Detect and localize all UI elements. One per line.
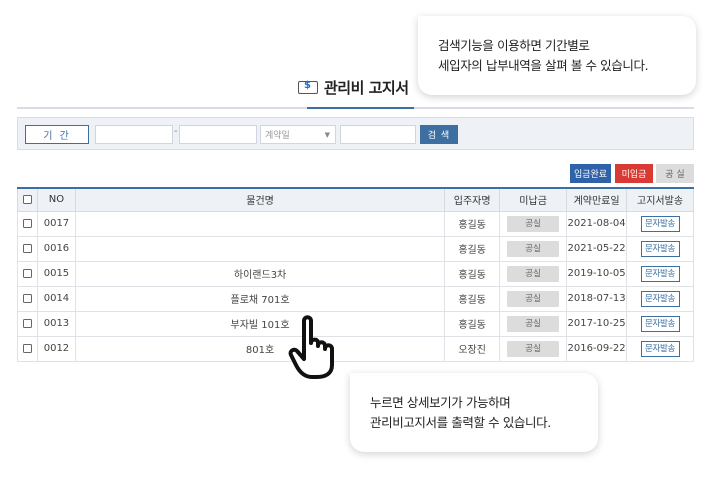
row-checkbox[interactable] [22,243,32,253]
table-row[interactable]: 0014 플로채 701호 홍길동 공실 2018-07-13 문자발송 [17,285,694,312]
send-sms-button[interactable]: 문자발송 [640,315,680,332]
row-checkbox[interactable] [22,343,32,353]
send-sms-button[interactable]: 문자발송 [640,265,680,282]
row-status-cell: 공실 [499,235,568,262]
row-action-cell: 문자발송 [626,285,694,312]
row-status-cell: 공실 [499,285,568,312]
row-checkbox[interactable] [22,218,32,228]
table-row[interactable]: 0016 홍길동 공실 2021-05-22 문자발송 [17,235,694,262]
header-select-all [17,187,38,212]
row-select-cell [17,260,38,287]
row-tenant: 홍길동 [444,310,501,337]
chevron-down-icon: ▼ [324,131,330,139]
contract-date-placeholder: 계약일 [265,131,290,141]
send-sms-button[interactable]: 문자발송 [640,215,680,232]
header-expiry: 계약만료일 [566,187,628,212]
row-status-cell: 공실 [499,210,568,237]
legend-unpaid: 미입금 [615,164,653,183]
title-divider [17,107,694,109]
search-button[interactable]: 검 색 [420,125,458,144]
row-no: 0017 [36,210,76,237]
bill-icon [298,80,318,94]
row-select-cell [17,210,38,237]
table-row[interactable]: 0015 하이랜드3차 홍길동 공실 2019-10-05 문자발송 [17,260,694,287]
hand-pointer-icon [288,315,334,379]
table-row[interactable]: 0017 홍길동 공실 2021-08-04 문자발송 [17,210,694,237]
row-expiry: 2021-08-04 [566,210,628,237]
table-row[interactable]: 0012 801호 오장진 공실 2016-09-22 문자발송 [17,335,694,362]
row-tenant: 홍길동 [444,260,501,287]
header-property: 물건명 [74,187,446,212]
row-expiry: 2018-07-13 [566,285,628,312]
tooltip-search-line2: 세입자의 납부내역을 살펴 볼 수 있습니다. [438,58,649,73]
status-badge: 공실 [507,290,560,307]
keyword-input[interactable] [340,125,416,144]
row-property[interactable] [74,210,446,237]
table-header-row: NO 물건명 입주자명 미납금 계약만료일 고지서발송 [17,187,694,212]
tooltip-detail: 누르면 상세보기가 가능하며 관리비고지서를 출력할 수 있습니다. [350,373,598,452]
row-expiry: 2019-10-05 [566,260,628,287]
row-tenant: 홍길동 [444,235,501,262]
send-sms-button[interactable]: 문자발송 [640,240,680,257]
legend-paid: 입금완료 [570,164,611,183]
row-action-cell: 문자발송 [626,235,694,262]
row-tenant: 홍길동 [444,285,501,312]
row-property[interactable] [74,235,446,262]
row-select-cell [17,285,38,312]
tooltip-detail-line1: 누르면 상세보기가 가능하며 [370,395,511,410]
row-checkbox[interactable] [22,268,32,278]
contract-date-select[interactable]: 계약일 ▼ [260,125,336,144]
row-expiry: 2016-09-22 [566,335,628,362]
row-expiry: 2017-10-25 [566,310,628,337]
header-notice: 고지서발송 [626,187,694,212]
period-button[interactable]: 기 간 [25,125,89,144]
end-date-input[interactable] [179,125,257,144]
start-date-input[interactable] [95,125,173,144]
row-no: 0016 [36,235,76,262]
header-tenant: 입주자명 [444,187,501,212]
row-action-cell: 문자발송 [626,310,694,337]
row-property[interactable]: 플로채 701호 [74,285,446,312]
send-sms-button[interactable]: 문자발송 [640,340,680,357]
search-filter-bar: 기 간 - 계약일 ▼ 검 색 [17,117,694,150]
row-tenant: 오장진 [444,335,501,362]
page-title-text: 관리비 고지서 [324,78,409,97]
select-all-checkbox[interactable] [22,194,32,204]
send-sms-button[interactable]: 문자발송 [640,290,680,307]
row-action-cell: 문자발송 [626,210,694,237]
status-badge: 공실 [507,340,560,357]
row-status-cell: 공실 [499,260,568,287]
legend-vacant: 공 실 [656,164,694,183]
status-badge: 공실 [507,315,560,332]
row-select-cell [17,310,38,337]
row-checkbox[interactable] [22,318,32,328]
row-no: 0013 [36,310,76,337]
header-no: NO [36,187,76,212]
row-property[interactable]: 부자빌 101호 [74,310,446,337]
row-tenant: 홍길동 [444,210,501,237]
row-no: 0014 [36,285,76,312]
status-badge: 공실 [507,215,560,232]
status-badge: 공실 [507,265,560,282]
row-select-cell [17,235,38,262]
notice-table: NO 물건명 입주자명 미납금 계약만료일 고지서발송 0017 홍길동 공실 … [17,187,694,362]
row-expiry: 2021-05-22 [566,235,628,262]
row-select-cell [17,335,38,362]
row-no: 0015 [36,260,76,287]
tooltip-search-line1: 검색기능을 이용하면 기간별로 [438,38,590,53]
row-property[interactable]: 하이랜드3차 [74,260,446,287]
row-action-cell: 문자발송 [626,260,694,287]
page-title: 관리비 고지서 [298,75,409,99]
row-status-cell: 공실 [499,310,568,337]
tooltip-detail-line2: 관리비고지서를 출력할 수 있습니다. [370,415,551,430]
header-unpaid: 미납금 [499,187,568,212]
row-checkbox[interactable] [22,293,32,303]
status-badge: 공실 [507,240,560,257]
tooltip-search: 검색기능을 이용하면 기간별로 세입자의 납부내역을 살펴 볼 수 있습니다. [418,16,696,95]
row-property[interactable]: 801호 [74,335,446,362]
row-action-cell: 문자발송 [626,335,694,362]
row-no: 0012 [36,335,76,362]
row-status-cell: 공실 [499,335,568,362]
table-row[interactable]: 0013 부자빌 101호 홍길동 공실 2017-10-25 문자발송 [17,310,694,337]
